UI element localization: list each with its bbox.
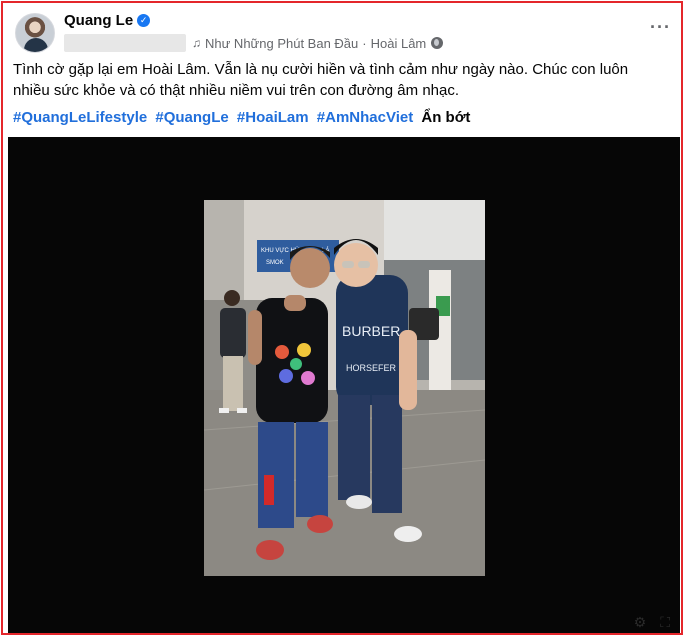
post-photo[interactable]: KHU VỰC HÚT LÁ SMOK BURBER HORSEFER [204, 200, 485, 576]
post-card: Quang Le ✓ ♫ Như Những Phút Ban Đầu · Ho… [1, 1, 683, 635]
shirt-text-2: HORSEFER [346, 363, 397, 373]
settings-icon[interactable]: ⚙ [634, 614, 647, 631]
song-title[interactable]: Như Những Phút Ban Đầu [205, 36, 358, 51]
author-name[interactable]: Quang Le [64, 12, 133, 29]
shirt-text-1: BURBER [342, 323, 400, 339]
hashtag-link[interactable]: #QuangLe [155, 109, 228, 126]
post-text: Tình cờ gặp lại em Hoài Lâm. Vẫn là nụ c… [13, 61, 629, 99]
fullscreen-icon[interactable]: ⛶ [660, 614, 670, 631]
more-options-icon[interactable]: ··· [650, 18, 671, 36]
hashtag-link[interactable]: #AmNhacViet [317, 109, 413, 126]
avatar[interactable] [15, 13, 55, 53]
see-less-link[interactable]: Ẩn bớt [421, 109, 470, 126]
post-meta: ♫ Như Những Phút Ban Đầu · Hoài Lâm [64, 33, 444, 53]
post-header: Quang Le ✓ ♫ Như Những Phút Ban Đầu · Ho… [13, 11, 671, 55]
hashtag-link[interactable]: #QuangLeLifestyle [13, 109, 147, 126]
redacted-timestamp [64, 34, 186, 52]
music-note-icon: ♫ [192, 36, 201, 50]
hashtag-row: #QuangLeLifestyle #QuangLe #HoaiLam #AmN… [13, 107, 470, 128]
globe-icon[interactable] [431, 37, 444, 49]
sign-text-2: SMOK [266, 260, 284, 266]
hashtag-link[interactable]: #HoaiLam [237, 109, 309, 126]
media-controls: ⚙ ⛶ [8, 609, 680, 633]
author-row: Quang Le ✓ [64, 12, 151, 29]
song-artist[interactable]: Hoài Lâm [371, 36, 427, 51]
meta-separator: · [362, 35, 367, 51]
post-media[interactable]: KHU VỰC HÚT LÁ SMOK BURBER HORSEFER [8, 137, 680, 633]
verified-badge-icon: ✓ [137, 14, 151, 27]
media-controls-right: ⚙ ⛶ [634, 614, 670, 631]
